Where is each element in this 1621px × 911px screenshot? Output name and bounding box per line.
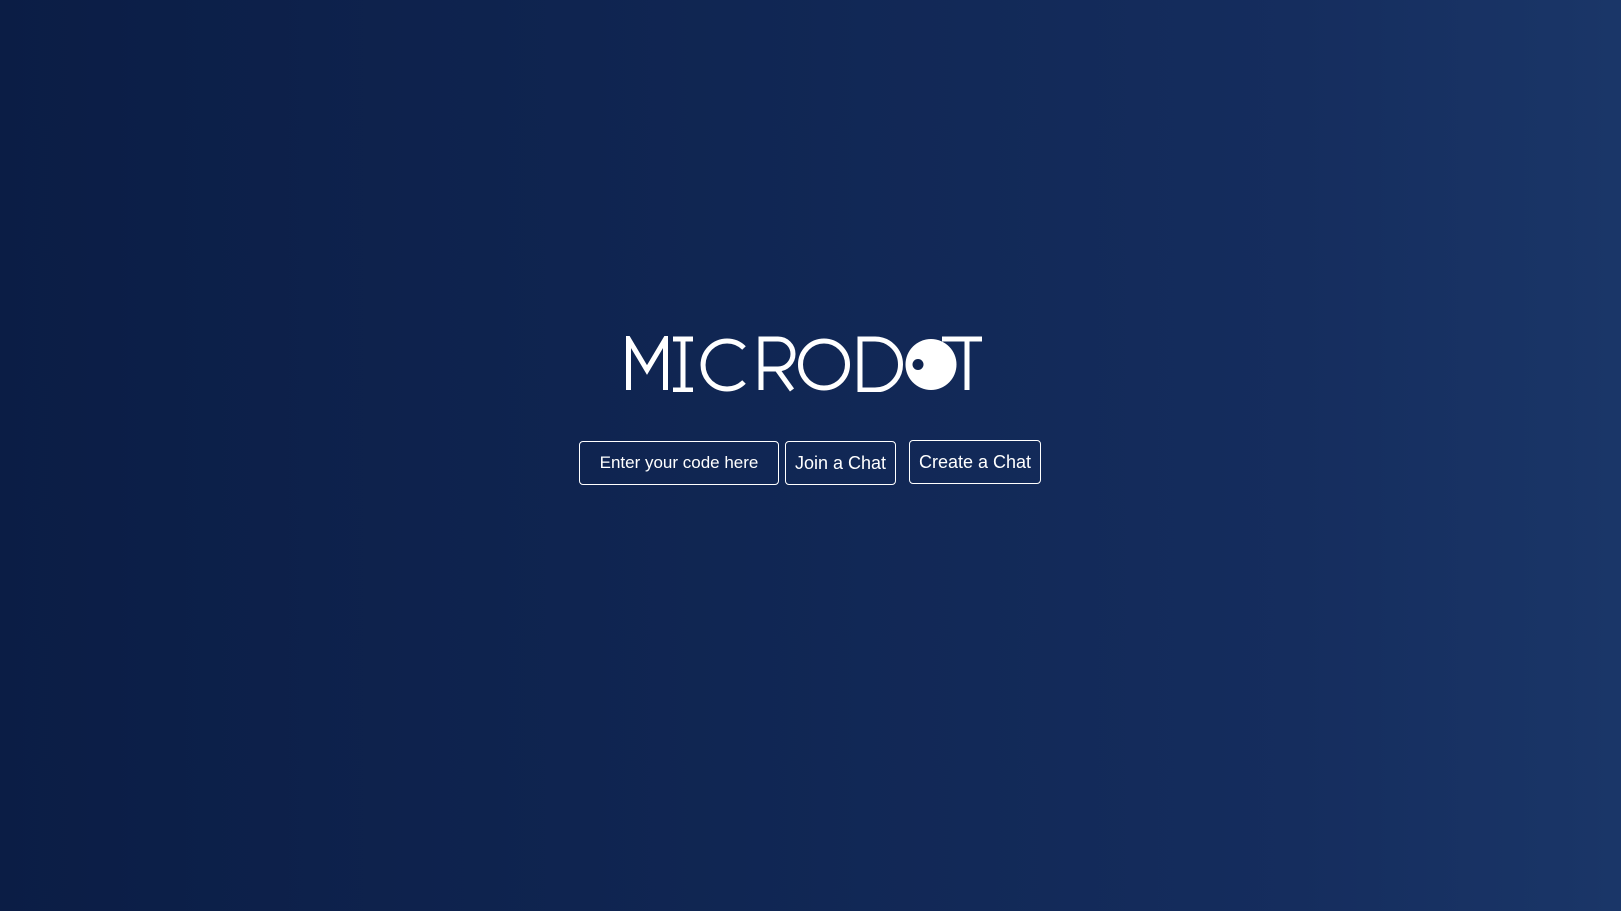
microdot-logo bbox=[626, 336, 982, 392]
landing-page: Join a Chat Create a Chat bbox=[0, 0, 1621, 911]
code-input[interactable] bbox=[579, 441, 779, 485]
join-chat-button[interactable]: Join a Chat bbox=[785, 441, 896, 485]
create-chat-button[interactable]: Create a Chat bbox=[909, 440, 1041, 484]
